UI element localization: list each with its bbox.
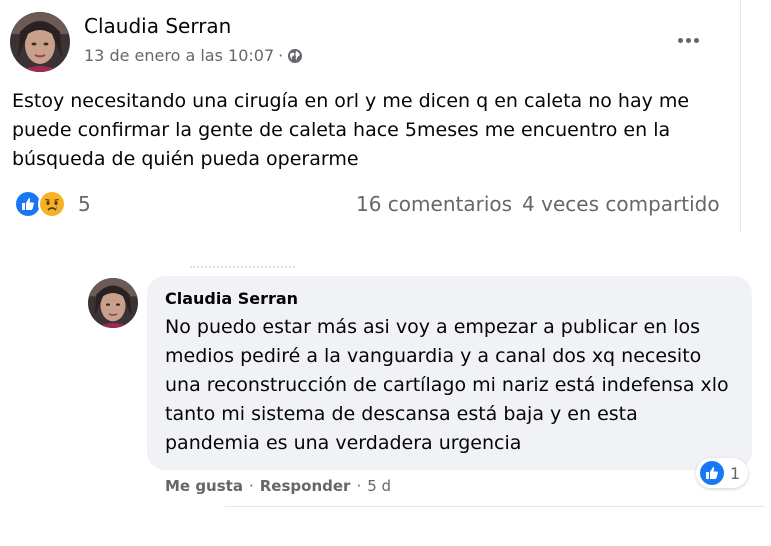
like-link[interactable]: Me gusta [165,477,243,495]
post-author-name[interactable]: Claudia Serran [84,14,231,38]
post-stats: 16 comentarios 4 veces compartido [356,192,720,216]
meta-separator: · [278,46,284,65]
post-timestamp[interactable]: 13 de enero a las 10:07 [84,46,274,65]
divider [190,266,295,270]
actions-separator: · [248,477,254,495]
post-meta: 13 de enero a las 10:07 · [84,46,303,65]
comment-author-name[interactable]: Claudia Serran [165,289,298,308]
comments-count-link[interactable]: 16 comentarios [356,192,512,216]
globe-icon[interactable] [287,48,303,64]
actions-separator: · [356,477,362,495]
post-reactions[interactable]: 5 [14,188,91,220]
comment-age[interactable]: 5 d [367,477,391,495]
comment-bubble: Claudia Serran No puedo estar más asi vo… [147,276,752,470]
more-options-icon[interactable] [672,24,704,56]
comment-author-avatar[interactable] [88,278,138,328]
post-text: Estoy necesitando una cirugía en orl y m… [12,90,690,170]
divider [225,506,765,507]
comment-actions: Me gusta · Responder · 5 d [165,477,391,495]
author-avatar[interactable] [10,12,70,72]
like-icon [700,461,724,485]
reply-link[interactable]: Responder [260,477,351,495]
comment-reaction-count: 1 [730,463,741,483]
sad-icon [38,190,66,218]
comment-text: No puedo estar más asi voy a empezar a p… [165,316,729,454]
shares-count-link[interactable]: 4 veces compartido [522,192,720,216]
reaction-count: 5 [78,192,91,216]
comment-reactions[interactable]: 1 [696,458,749,488]
post-card: Claudia Serran 13 de enero a las 10:07 ·… [0,0,741,232]
